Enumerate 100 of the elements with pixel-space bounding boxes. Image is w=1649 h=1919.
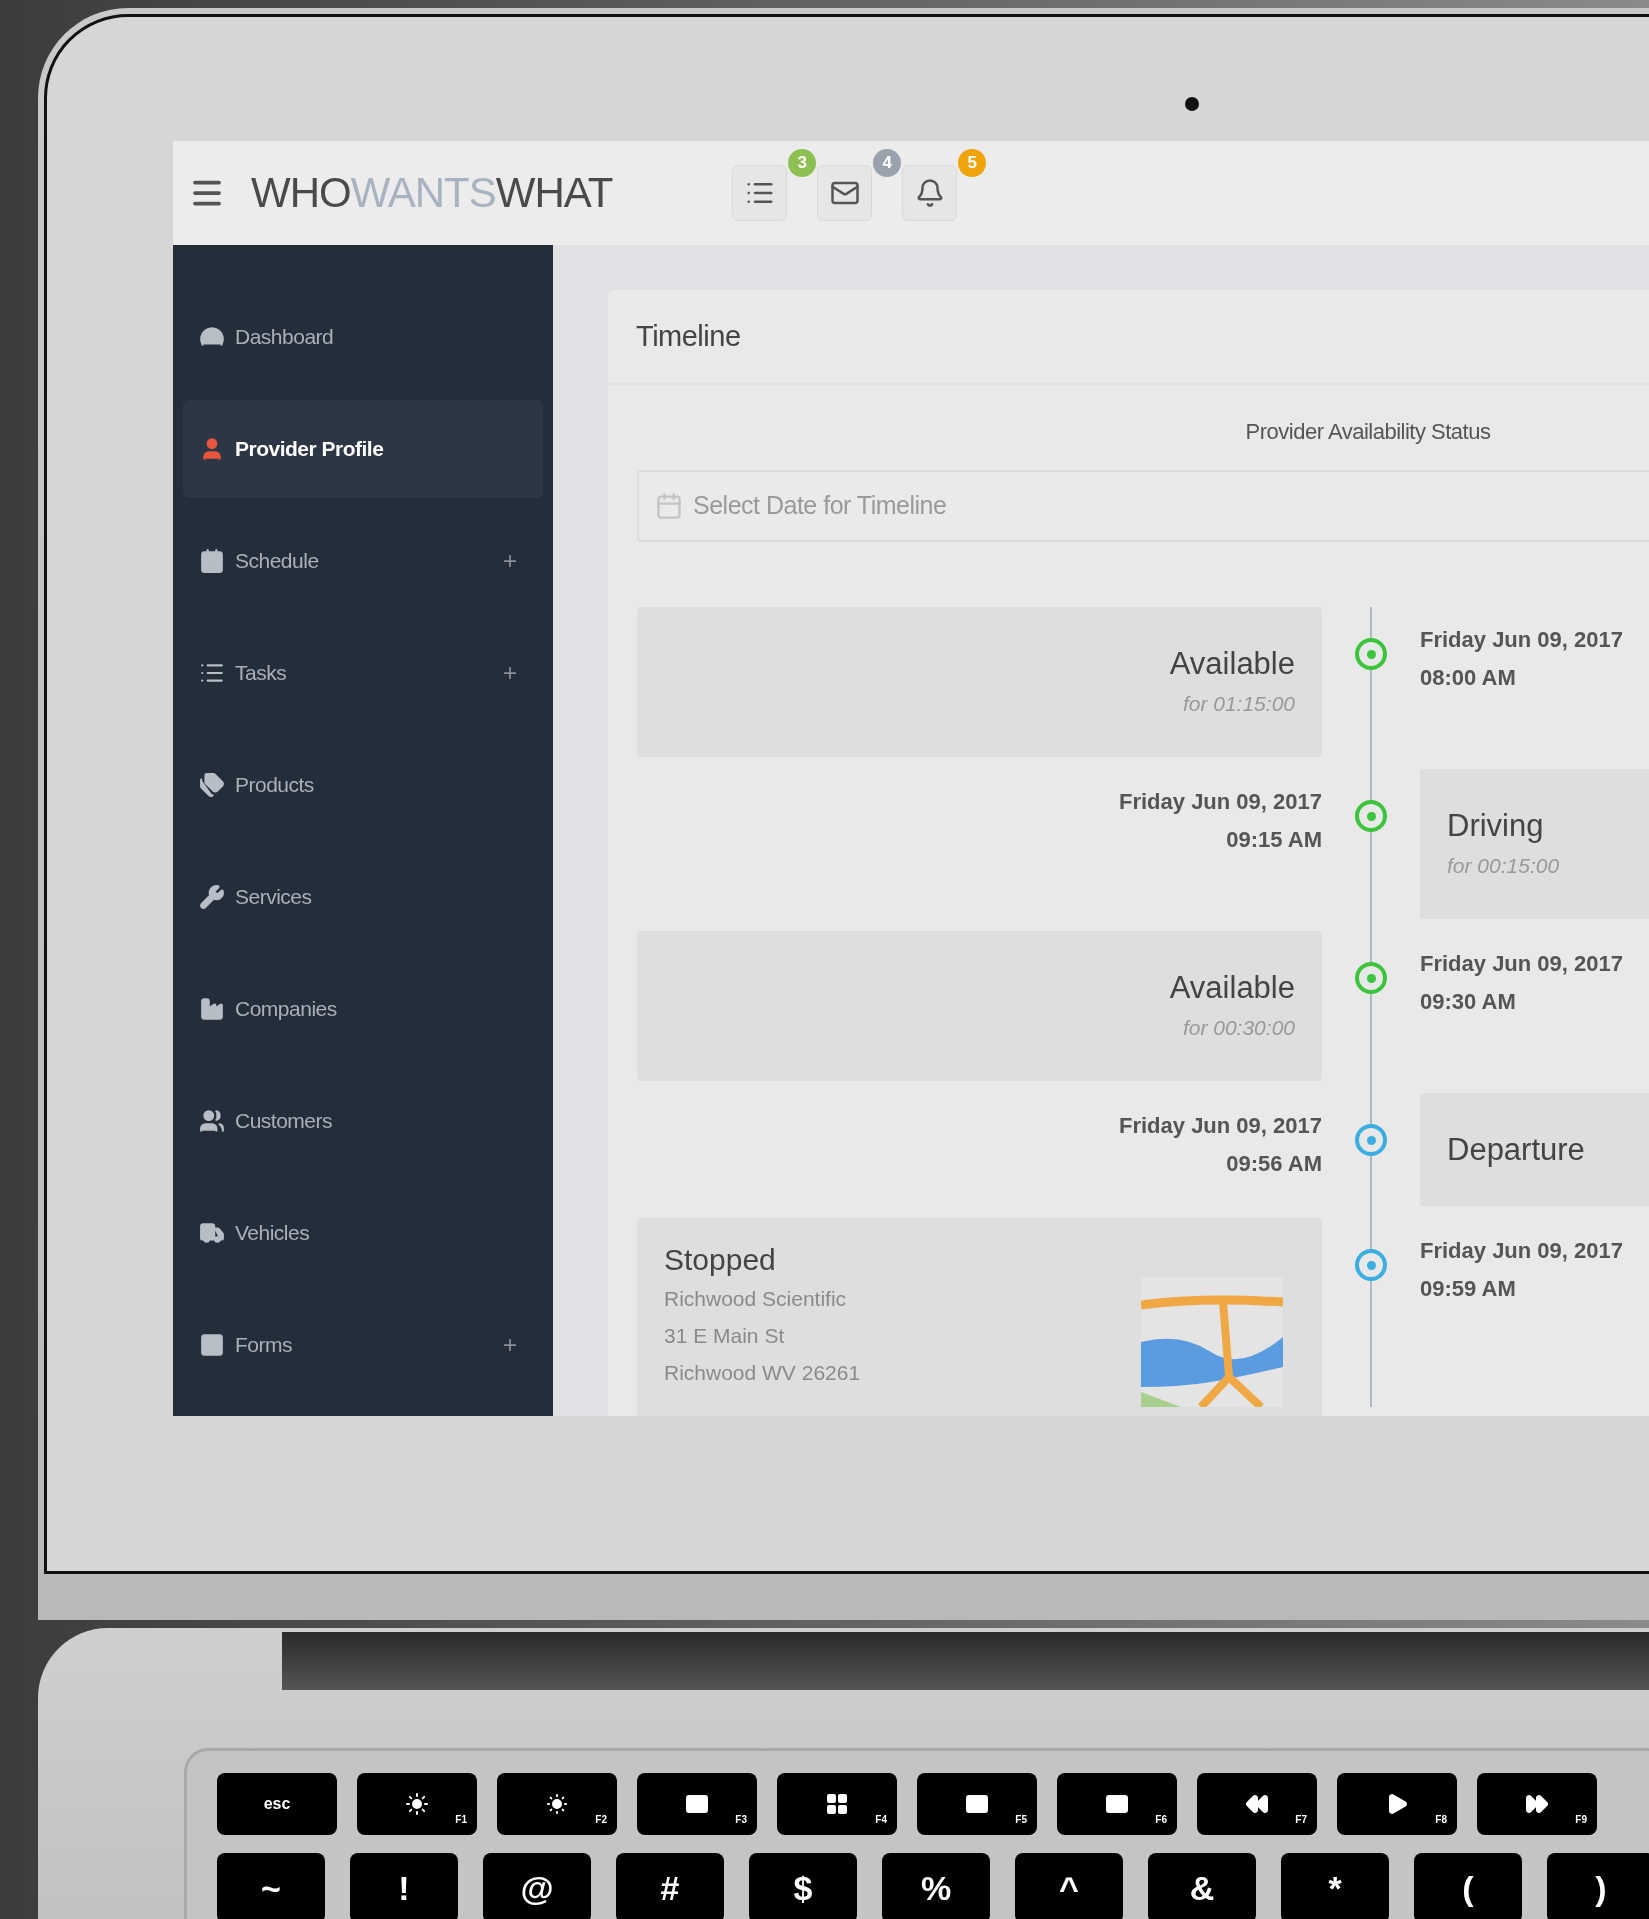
address-line: 31 E Main St (664, 1323, 786, 1349)
key-icon (965, 1792, 989, 1816)
key-label: F2 (595, 1813, 607, 1827)
sidebar-item[interactable]: Forms + (183, 1296, 543, 1394)
keyboard-key[interactable]: @ (483, 1853, 591, 1919)
keyboard-key[interactable]: ! (350, 1853, 458, 1919)
key-icon (825, 1792, 849, 1816)
event-status: Available (1169, 969, 1295, 1007)
sidebar-icon (199, 1108, 225, 1134)
sidebar-icon (199, 1220, 225, 1246)
sidebar-label: Provider Profile (235, 436, 384, 463)
sidebar-label: Products (235, 772, 314, 799)
header-icon-button[interactable] (817, 165, 873, 221)
sidebar-item[interactable]: Tasks + (183, 624, 543, 722)
sidebar-label: Customers (235, 1108, 333, 1135)
event-duration: for 00:30:00 (1182, 1015, 1295, 1041)
notification-badge: 5 (958, 149, 987, 177)
event-time: 08:00 AM (1420, 664, 1516, 692)
sidebar-label: Forms (235, 1332, 292, 1359)
keyboard-key[interactable]: F2 (497, 1773, 617, 1835)
key-icon (405, 1792, 429, 1816)
keyboard-key[interactable]: F5 (917, 1773, 1037, 1835)
keyboard-key[interactable]: esc (217, 1773, 337, 1835)
keyboard-key[interactable]: F9 (1477, 1773, 1597, 1835)
address-line: Richwood Scientific (664, 1286, 848, 1312)
keyboard-key[interactable]: # (616, 1853, 724, 1919)
sidebar-label: Vehicles (235, 1220, 310, 1247)
sidebar-label: Schedule (235, 548, 319, 575)
key-label: F8 (1435, 1813, 1447, 1827)
keyboard-key[interactable]: % (882, 1853, 990, 1919)
keyboard-key[interactable]: * (1281, 1853, 1389, 1919)
notification-badge: 4 (873, 149, 902, 177)
key-icon (545, 1792, 569, 1816)
sidebar-icon (199, 772, 225, 798)
event-date: Friday Jun 09, 2017 (1119, 1112, 1322, 1140)
keyboard-key[interactable]: F3 (637, 1773, 757, 1835)
key-label: F5 (1015, 1813, 1027, 1827)
sidebar-item[interactable]: Dashboard (183, 288, 543, 386)
webcam (1185, 97, 1199, 111)
keyboard-key[interactable]: F7 (1197, 1773, 1317, 1835)
key-label: esc (263, 1794, 291, 1814)
sidebar-icon (199, 1332, 225, 1358)
header-icon-button[interactable] (732, 165, 788, 221)
key-icon (1105, 1792, 1129, 1816)
address-line: Richwood WV 26261 (664, 1360, 861, 1386)
sidebar-item[interactable]: Provider Profile (183, 400, 543, 498)
event-time: 09:15 AM (1226, 826, 1322, 854)
event-time: 09:30 AM (1420, 988, 1516, 1016)
sidebar-item[interactable]: Vehicles (183, 1184, 543, 1282)
keyboard-key[interactable]: ( (1414, 1853, 1522, 1919)
key-label: F7 (1295, 1813, 1307, 1827)
sidebar-item[interactable]: Products (183, 736, 543, 834)
key-icon (1245, 1792, 1269, 1816)
event-date: Friday Jun 09, 2017 (1420, 1237, 1623, 1265)
sidebar-label: Dashboard (235, 324, 334, 351)
sidebar-icon (199, 884, 225, 910)
sidebar-item[interactable]: Customers (183, 1072, 543, 1170)
event-date: Friday Jun 09, 2017 (1420, 626, 1623, 654)
logo-word: WHAT (495, 172, 613, 214)
notification-badge: 3 (788, 149, 817, 177)
sidebar-label: Companies (235, 996, 337, 1023)
keyboard-key[interactable]: F4 (777, 1773, 897, 1835)
expand-toggle[interactable]: + (503, 655, 517, 691)
sidebar-item[interactable]: Services (183, 848, 543, 946)
section-heading: Provider Availability Status (1245, 418, 1491, 446)
event-date: Friday Jun 09, 2017 (1420, 950, 1623, 978)
keyboard-key[interactable]: F8 (1337, 1773, 1457, 1835)
keyboard-key[interactable]: ^ (1015, 1853, 1123, 1919)
key-label: F3 (735, 1813, 747, 1827)
event-duration: for 00:15:00 (1447, 853, 1560, 879)
event-status: Stopped (664, 1242, 777, 1278)
expand-toggle[interactable]: + (503, 543, 517, 579)
keyboard-key[interactable]: F1 (357, 1773, 477, 1835)
event-date: Friday Jun 09, 2017 (1119, 788, 1322, 816)
sidebar-label: Services (235, 884, 312, 911)
event-time: 09:56 AM (1226, 1150, 1322, 1178)
event-status: Driving (1447, 807, 1544, 845)
key-label: F9 (1575, 1813, 1587, 1827)
event-time: 09:59 AM (1420, 1275, 1516, 1303)
key-label: F6 (1155, 1813, 1167, 1827)
date-field[interactable]: Select Date for Timeline (637, 470, 1649, 542)
sidebar-label: Tasks (235, 660, 287, 687)
key-icon (685, 1792, 709, 1816)
key-label: F4 (875, 1813, 887, 1827)
keyboard-key[interactable]: $ (749, 1853, 857, 1919)
keyboard-key[interactable]: & (1148, 1853, 1256, 1919)
sidebar-item[interactable]: Schedule + (183, 512, 543, 610)
keyboard-key[interactable]: F6 (1057, 1773, 1177, 1835)
card-title: Timeline (636, 318, 741, 354)
keyboard-key[interactable]: ~ (217, 1853, 325, 1919)
logo-word: WANTS (350, 172, 496, 214)
key-label: F1 (455, 1813, 467, 1827)
event-duration: for 01:15:00 (1182, 691, 1295, 717)
header-icon-button[interactable] (902, 165, 958, 221)
sidebar-item[interactable]: Companies (183, 960, 543, 1058)
keyboard-key[interactable]: ) (1547, 1853, 1649, 1919)
key-icon (1525, 1792, 1549, 1816)
date-input[interactable]: Select Date for Timeline (693, 487, 1649, 525)
logo-word: WHO (251, 172, 351, 214)
expand-toggle[interactable]: + (503, 1327, 517, 1363)
